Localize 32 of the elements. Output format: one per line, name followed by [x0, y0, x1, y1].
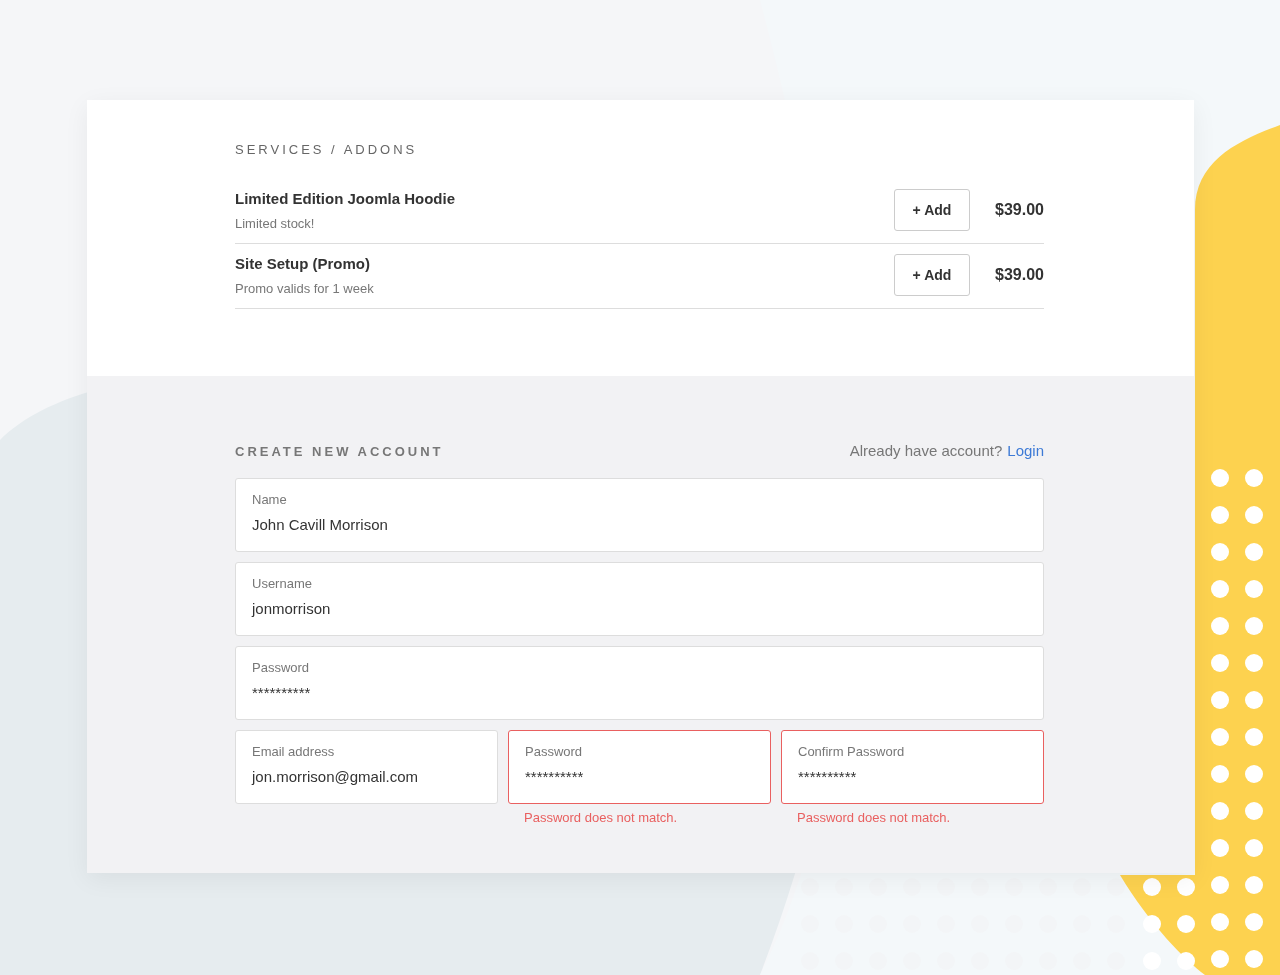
login-link[interactable]: Login — [1007, 442, 1044, 459]
field-label: Confirm Password — [798, 744, 906, 759]
addon-price: $39.00 — [994, 201, 1044, 219]
addon-note: Promo valids for 1 week — [235, 280, 375, 296]
add-button[interactable]: + Add — [894, 189, 970, 231]
addon-price: $39.00 — [994, 266, 1044, 284]
add-button[interactable]: + Add — [894, 254, 970, 296]
input-field[interactable]: Password ********** — [508, 730, 771, 804]
field-label: Password — [525, 744, 584, 759]
field-label: Email address — [252, 744, 336, 759]
input-field[interactable]: Email address jon.morrison@gmail.com — [235, 730, 498, 804]
input-field[interactable]: Name John Cavill Morrison — [235, 478, 1044, 552]
field-value: ********** — [252, 684, 312, 701]
addon-note: Limited stock! — [235, 215, 316, 231]
login-prompt: Already have account? — [849, 442, 1003, 459]
field-label: Password — [252, 660, 311, 675]
section-heading: CREATE NEW ACCOUNT — [235, 443, 444, 459]
section-heading: SERVICES / ADDONS — [235, 142, 419, 157]
field-label: Name — [252, 492, 288, 507]
field-value: John Cavill Morrison — [252, 516, 389, 533]
field-value: ********** — [798, 768, 858, 785]
field-value: ********** — [525, 768, 585, 785]
field-value: jonmorrison — [252, 600, 332, 617]
input-field[interactable]: Username jonmorrison — [235, 562, 1044, 636]
field-label: Username — [252, 576, 313, 591]
field-value: jon.morrison@gmail.com — [252, 768, 420, 785]
input-field[interactable]: Confirm Password ********** — [781, 730, 1044, 804]
input-field[interactable]: Password ********** — [235, 646, 1044, 720]
error-message: Password does not match. — [524, 810, 679, 825]
addon-title: Site Setup (Promo) — [235, 254, 371, 272]
addon-title: Limited Edition Joomla Hoodie — [235, 189, 456, 207]
error-message: Password does not match. — [797, 810, 952, 825]
